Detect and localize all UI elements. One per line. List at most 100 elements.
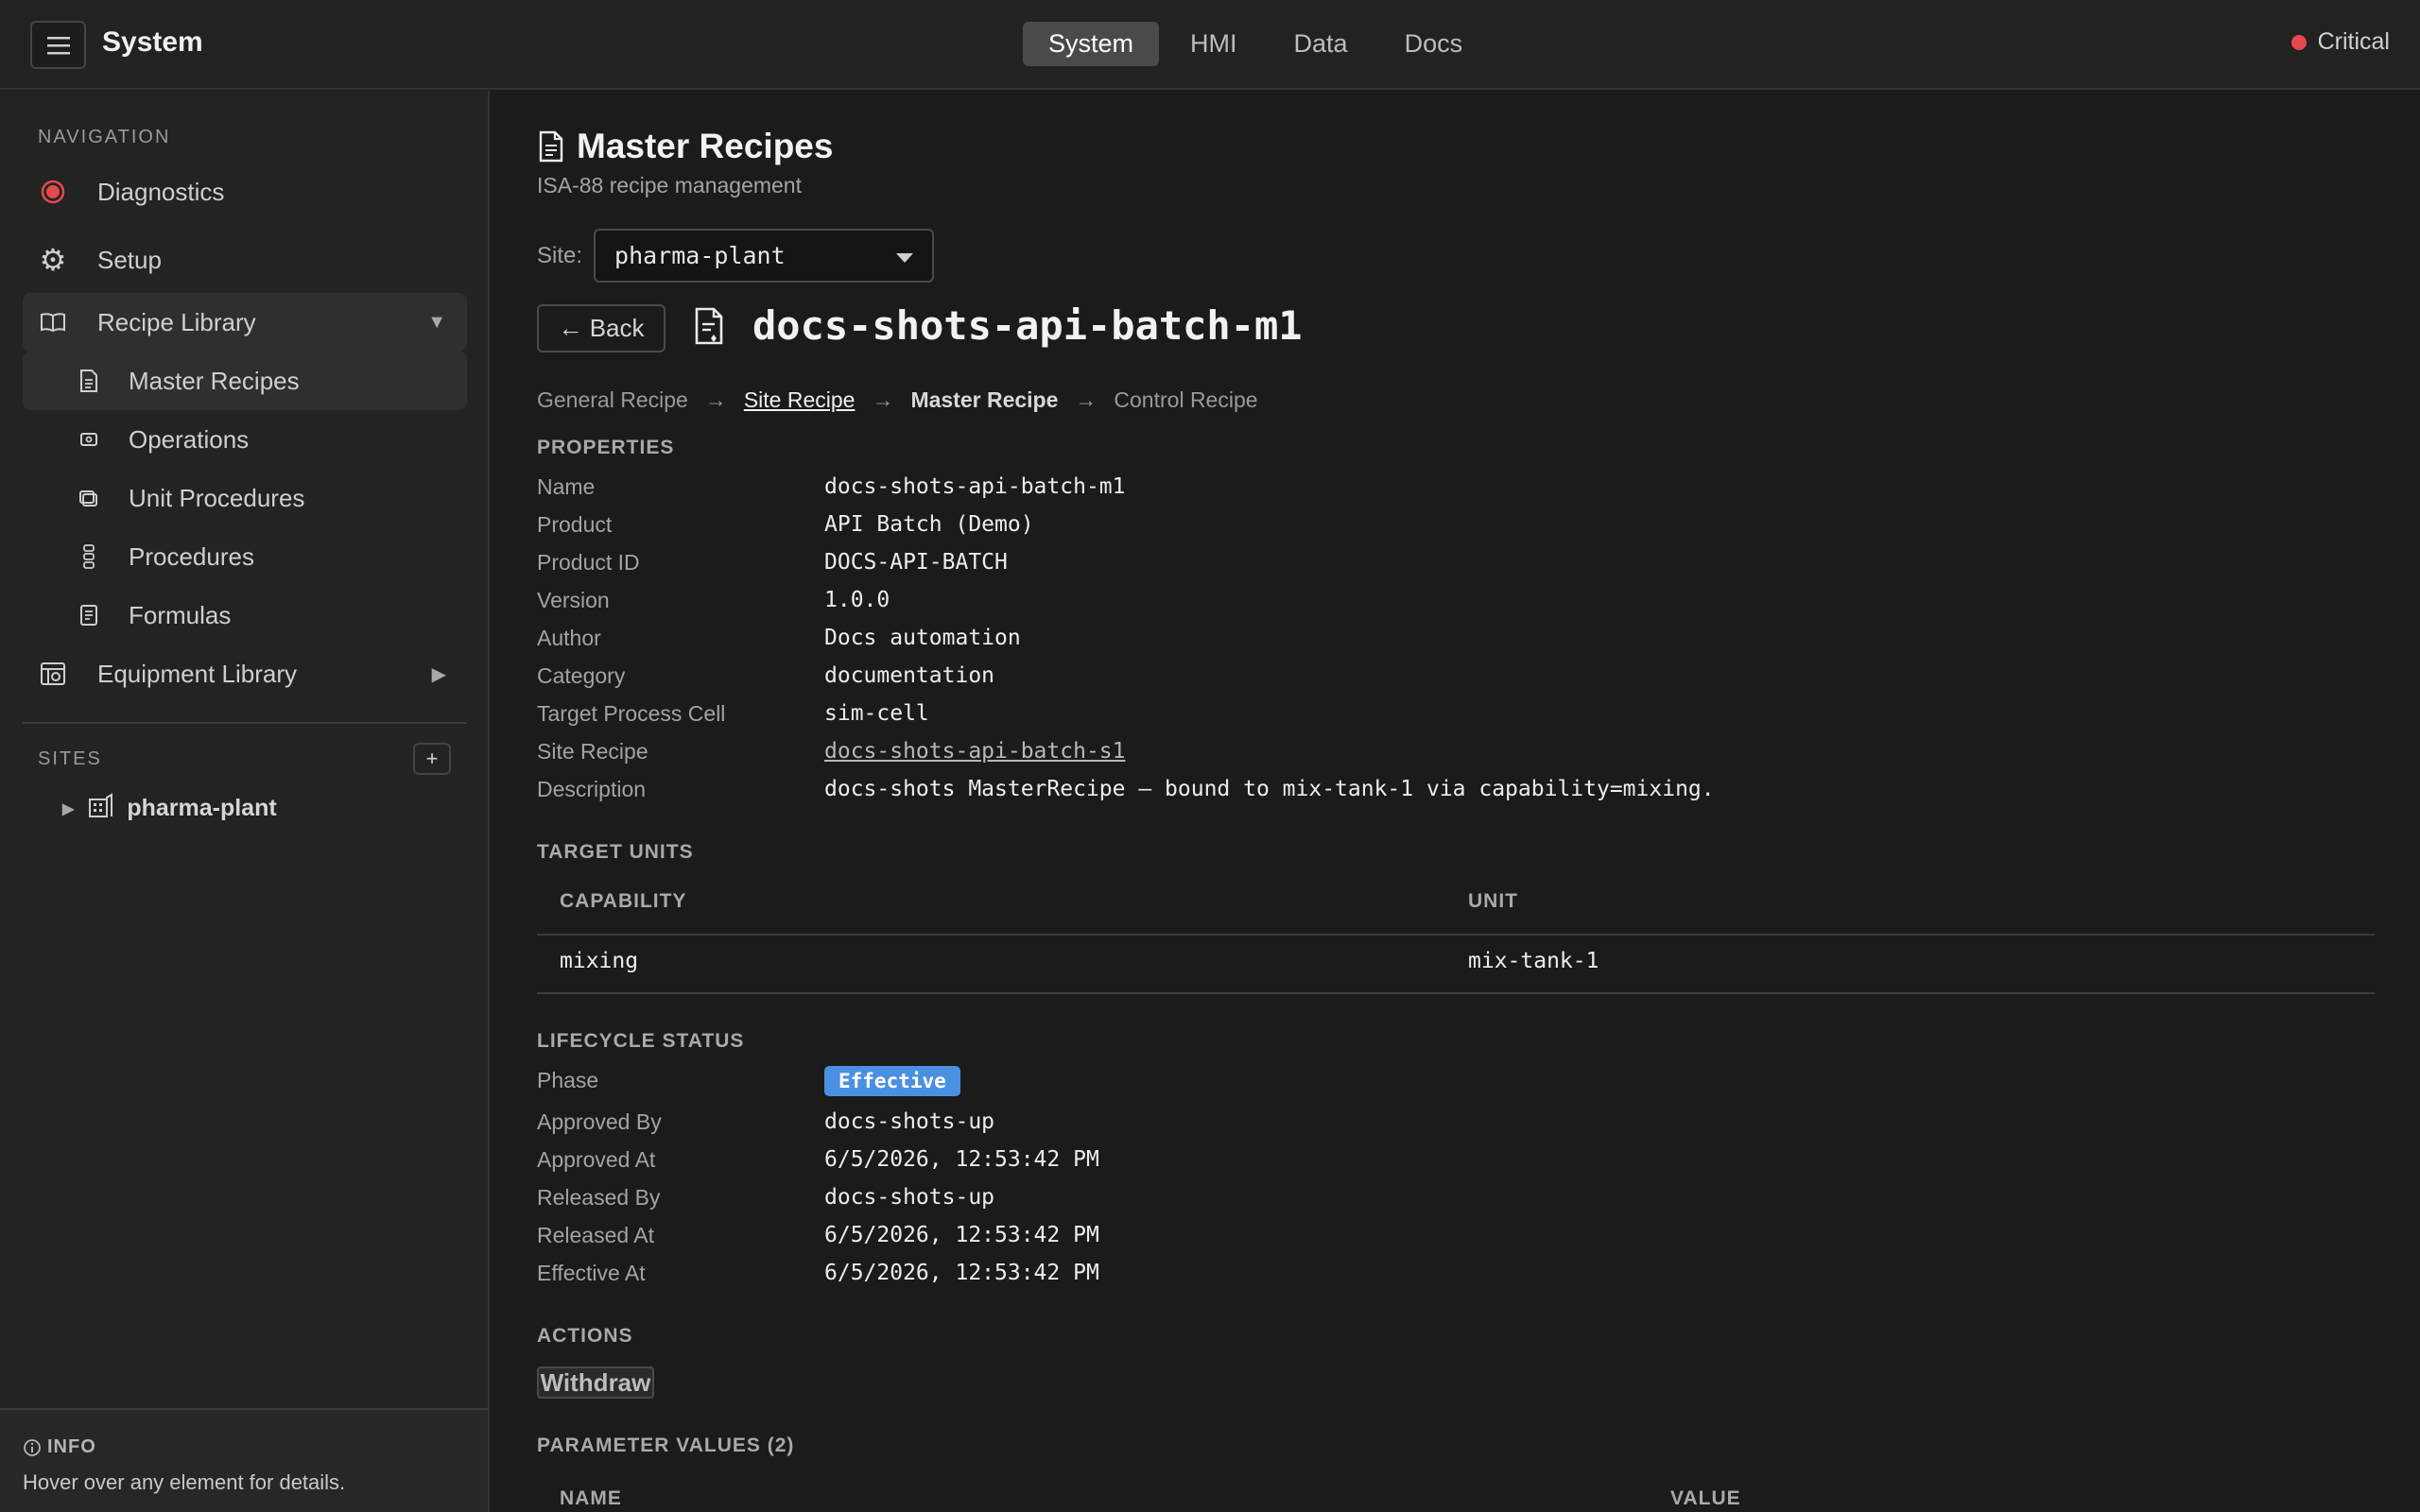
withdraw-button[interactable]: Withdraw (537, 1366, 654, 1399)
chevron-right-icon[interactable]: ▶ (432, 662, 446, 686)
site-label: Site: (537, 242, 583, 268)
breadcrumb-control-recipe: Control Recipe (1114, 387, 1258, 412)
sidebar-item-diagnostics[interactable]: Diagnostics (23, 163, 467, 221)
property-value: 1.0.0 (824, 588, 890, 612)
property-row: Version 1.0.0 (537, 588, 2333, 626)
site-selector-row: Site: pharma-plant (537, 229, 935, 283)
recipe-name-text: docs-shots-api-batch-m1 (752, 302, 1303, 349)
info-panel: INFO Hover over any element for details. (0, 1408, 488, 1512)
hamburger-menu-button[interactable] (30, 21, 86, 69)
column-header-capability: CAPABILITY (560, 890, 687, 912)
sidebar-item-label: Operations (129, 424, 250, 454)
property-row: Product ID DOCS-API-BATCH (537, 550, 2333, 588)
lifecycle-row: Approved At 6/5/2026, 12:53:42 PM (537, 1147, 2333, 1185)
sidebar-item-label: Procedures (129, 541, 254, 571)
top-bar: System System HMI Data Docs Critical (0, 0, 2420, 90)
site-select[interactable]: pharma-plant (594, 229, 935, 283)
sidebar-item-label: Diagnostics (97, 177, 225, 206)
tab-system[interactable]: System (1023, 22, 1160, 66)
breadcrumb-arrow: → (704, 387, 727, 412)
properties-heading: PROPERTIES (537, 437, 675, 458)
lifecycle-key: Approved By (537, 1109, 662, 1134)
sidebar-item-formulas[interactable]: Formulas (23, 586, 467, 644)
table-divider (537, 992, 2375, 994)
property-row: Category documentation (537, 663, 2333, 701)
property-row: Product API Batch (Demo) (537, 512, 2333, 550)
site-label: pharma-plant (127, 795, 277, 821)
lifecycle-row: Effective At 6/5/2026, 12:53:42 PM (537, 1261, 2333, 1298)
property-key: Product ID (537, 550, 640, 575)
document-icon (76, 368, 102, 394)
breadcrumb-site-recipe-link[interactable]: Site Recipe (744, 387, 856, 413)
breadcrumb-arrow: → (872, 387, 894, 412)
sidebar-item-label: Unit Procedures (129, 483, 305, 512)
menu-icon (46, 36, 70, 54)
main-content: Master Recipes ISA-88 recipe management … (492, 91, 2420, 1512)
site-tree-item-pharma-plant[interactable]: ▶ pharma-plant (62, 792, 277, 825)
steps-icon (76, 543, 102, 570)
property-value: Docs automation (824, 626, 1021, 650)
property-value: documentation (824, 663, 995, 688)
sidebar-item-label: Formulas (129, 600, 232, 629)
sidebar-item-label: Master Recipes (129, 366, 300, 395)
property-key: Product (537, 512, 613, 537)
status-label: Critical (2317, 28, 2390, 55)
property-value: DOCS-API-BATCH (824, 550, 1008, 575)
tab-hmi[interactable]: HMI (1165, 22, 1263, 66)
lifecycle-row: Released At 6/5/2026, 12:53:42 PM (537, 1223, 2333, 1261)
chevron-right-icon[interactable]: ▶ (62, 799, 74, 818)
breadcrumb-general-recipe: General Recipe (537, 387, 688, 412)
phase-row: Phase Effective (537, 1066, 2333, 1106)
page-title-text: Master Recipes (577, 127, 834, 165)
parameter-values-heading: PARAMETER VALUES (2) (537, 1435, 795, 1456)
sidebar-item-label: Equipment Library (97, 659, 297, 688)
property-row: Target Process Cell sim-cell (537, 701, 2333, 739)
sidebar-item-equipment-library[interactable]: Equipment Library ▶ (23, 644, 467, 703)
lifecycle-key: Approved At (537, 1147, 656, 1172)
property-key: Category (537, 663, 626, 688)
info-icon (24, 1438, 41, 1456)
add-site-button[interactable]: + (413, 743, 451, 775)
site-recipe-link[interactable]: docs-shots-api-batch-s1 (824, 739, 1126, 764)
capability-cell: mixing (560, 949, 639, 973)
formula-icon (76, 602, 102, 628)
property-key: Author (537, 626, 601, 650)
actions-heading: ACTIONS (537, 1325, 633, 1347)
navigation-heading: NAVIGATION (38, 127, 171, 147)
sidebar-item-operations[interactable]: Operations (23, 410, 467, 469)
record-icon (40, 179, 66, 205)
page-title: Master Recipes (537, 127, 833, 166)
sidebar-item-recipe-library[interactable]: Recipe Library ▼ (23, 293, 467, 352)
building-icon (87, 792, 113, 825)
unit-cell: mix-tank-1 (1468, 949, 1599, 973)
property-key: Target Process Cell (537, 701, 726, 726)
property-key: Description (537, 777, 647, 801)
phase-value: Effective (824, 1066, 960, 1096)
property-key: Name (537, 474, 596, 499)
property-row: Name docs-shots-api-batch-m1 (537, 474, 2333, 512)
lifecycle-value: 6/5/2026, 12:53:42 PM (824, 1147, 1099, 1172)
system-status[interactable]: Critical (2290, 28, 2390, 56)
property-value: docs-shots MasterRecipe — bound to mix-t… (824, 777, 1715, 801)
sidebar-item-unit-procedures[interactable]: Unit Procedures (23, 469, 467, 527)
status-badge: Effective (824, 1066, 960, 1096)
site-select-value: pharma-plant (614, 242, 786, 269)
sites-heading: SITES (38, 748, 102, 769)
recipe-document-icon (695, 307, 723, 344)
tab-data[interactable]: Data (1269, 22, 1374, 66)
info-text: Hover over any element for details. (23, 1470, 346, 1494)
lifecycle-key: Released By (537, 1185, 661, 1210)
sidebar-item-procedures[interactable]: Procedures (23, 527, 467, 586)
property-key: Version (537, 588, 610, 612)
tab-docs[interactable]: Docs (1379, 22, 1489, 66)
sidebar-item-master-recipes[interactable]: Master Recipes (23, 352, 467, 410)
lifecycle-key: Released At (537, 1223, 655, 1247)
info-title-label: INFO (47, 1436, 96, 1457)
property-value: sim-cell (824, 701, 929, 726)
page-subtitle: ISA-88 recipe management (537, 173, 802, 198)
chevron-down-icon[interactable]: ▼ (427, 312, 446, 334)
recipe-hierarchy-breadcrumb: General Recipe → Site Recipe → Master Re… (537, 387, 1258, 413)
property-row: Description docs-shots MasterRecipe — bo… (537, 777, 2333, 815)
sidebar-item-setup[interactable]: ⚙ Setup (23, 231, 467, 289)
back-button[interactable]: ← Back (537, 304, 666, 352)
